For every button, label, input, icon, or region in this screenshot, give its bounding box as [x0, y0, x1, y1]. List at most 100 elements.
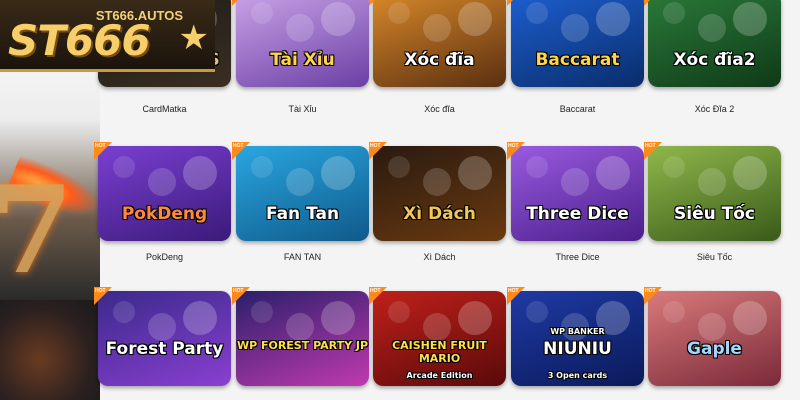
- xoc-dia-2-art[interactable]: Xóc đĩa2: [648, 0, 781, 87]
- hot-badge: HOT: [369, 142, 387, 160]
- lucky-seven-decoration: 7: [0, 160, 74, 301]
- art-decoration: [733, 156, 767, 190]
- hot-badge: HOT: [232, 142, 250, 160]
- art-decoration: [663, 301, 685, 323]
- hot-badge: HOT: [507, 142, 525, 160]
- game-caption[interactable]: PokDeng: [98, 252, 231, 262]
- fan-tan-art[interactable]: Fan Tan: [236, 146, 369, 241]
- game-art-title: Three Dice: [526, 204, 629, 224]
- logo-brand: ST666: [8, 16, 151, 65]
- cards-art[interactable]: Baccarat: [511, 0, 644, 87]
- game-caption[interactable]: Xì Dách: [373, 252, 506, 262]
- game-caption[interactable]: Xóc Đĩa 2: [648, 104, 781, 114]
- art-decoration: [423, 313, 451, 341]
- gaple-art[interactable]: Gaple: [648, 291, 781, 386]
- hot-badge-label: HOT: [508, 143, 519, 149]
- hot-badge: HOT: [369, 0, 387, 6]
- hot-badge: HOT: [94, 142, 112, 160]
- game-caption[interactable]: Siêu Tốc: [648, 252, 781, 262]
- hot-badge-label: HOT: [95, 288, 106, 294]
- art-decoration: [526, 301, 548, 323]
- art-decoration: [698, 168, 726, 196]
- art-decoration: [321, 156, 355, 190]
- hot-badge: HOT: [507, 0, 525, 6]
- game-caption[interactable]: Xóc đĩa: [373, 104, 506, 114]
- art-decoration: [526, 156, 548, 178]
- site-logo[interactable]: ST666.AUTOS ST666 ★: [0, 0, 215, 72]
- art-decoration: [148, 313, 176, 341]
- art-decoration: [251, 301, 273, 323]
- game-art-subtitle: 3 Open cards: [547, 371, 608, 380]
- game-art-subtitle: WP BANKER: [550, 327, 605, 336]
- game-art-title: WP FOREST PARTY JP: [236, 339, 369, 352]
- hot-badge-label: HOT: [645, 143, 656, 149]
- wp-forest-party-art[interactable]: WP FOREST PARTY JP: [236, 291, 369, 386]
- art-decoration: [596, 2, 630, 36]
- hot-badge-label: HOT: [645, 288, 656, 294]
- sieu-toc-art[interactable]: Siêu Tốc: [648, 146, 781, 241]
- game-art-title: CAISHEN FRUIT MARIO: [392, 339, 487, 365]
- hot-badge: HOT: [232, 287, 250, 305]
- art-decoration: [561, 168, 589, 196]
- art-decoration: [251, 2, 273, 24]
- game-caption[interactable]: Tài Xỉu: [236, 104, 369, 114]
- hot-badge-label: HOT: [370, 288, 381, 294]
- game-art-title: Gaple: [687, 339, 742, 359]
- hot-badge: HOT: [94, 287, 112, 305]
- caishen-art[interactable]: CAISHEN FRUIT MARIO Arcade Edition: [373, 291, 506, 386]
- art-decoration: [458, 301, 492, 335]
- art-decoration: [183, 156, 217, 190]
- game-art-title: PokDeng: [121, 204, 208, 224]
- art-decoration: [698, 313, 726, 341]
- three-dice-art[interactable]: Three Dice: [511, 146, 644, 241]
- hot-badge-label: HOT: [508, 288, 519, 294]
- art-decoration: [183, 301, 217, 335]
- art-decoration: [733, 2, 767, 36]
- art-decoration: [321, 2, 355, 36]
- game-caption[interactable]: FAN TAN: [236, 252, 369, 262]
- art-decoration: [423, 14, 451, 42]
- hot-badge-label: HOT: [95, 143, 106, 149]
- art-decoration: [251, 156, 273, 178]
- art-decoration: [286, 14, 314, 42]
- game-art-title: Siêu Tốc: [674, 204, 755, 224]
- hot-badge-label: HOT: [233, 143, 244, 149]
- art-decoration: [321, 301, 355, 335]
- art-decoration: [698, 14, 726, 42]
- game-caption[interactable]: Three Dice: [511, 252, 644, 262]
- game-art-title: Xóc đĩa2: [673, 50, 756, 70]
- art-decoration: [663, 156, 685, 178]
- art-decoration: [388, 301, 410, 323]
- ember-decoration: [0, 300, 100, 400]
- dice-art[interactable]: Tài Xỉu: [236, 0, 369, 87]
- hot-badge: HOT: [644, 142, 662, 160]
- pokdeng-art[interactable]: PokDeng: [98, 146, 231, 241]
- game-art-title: Forest Party: [105, 339, 224, 359]
- game-caption[interactable]: CardMatka: [98, 104, 231, 114]
- art-decoration: [113, 156, 135, 178]
- forest-party-art[interactable]: Forest Party: [98, 291, 231, 386]
- art-decoration: [458, 2, 492, 36]
- art-decoration: [663, 2, 685, 24]
- game-art-title: Tài Xỉu: [270, 50, 335, 70]
- xi-dach-art[interactable]: Xì Dách: [373, 146, 506, 241]
- art-decoration: [423, 168, 451, 196]
- art-decoration: [113, 301, 135, 323]
- game-art-title: Xóc đĩa: [404, 50, 475, 70]
- hot-badge: HOT: [507, 287, 525, 305]
- game-art-subtitle: Arcade Edition: [406, 371, 473, 380]
- xoc-dia-art[interactable]: Xóc đĩa: [373, 0, 506, 87]
- game-art-title: NIUNIU: [543, 339, 612, 359]
- art-decoration: [458, 156, 492, 190]
- hot-badge-label: HOT: [233, 288, 244, 294]
- art-decoration: [596, 156, 630, 190]
- art-decoration: [286, 313, 314, 341]
- hot-badge-label: HOT: [370, 143, 381, 149]
- niuniu-art[interactable]: NIUNIU WP BANKER 3 Open cards: [511, 291, 644, 386]
- game-art-title: Baccarat: [535, 50, 620, 70]
- star-icon: ★: [178, 19, 209, 57]
- hot-badge: HOT: [369, 287, 387, 305]
- game-art-title: Fan Tan: [265, 204, 340, 224]
- art-decoration: [388, 2, 410, 24]
- game-caption[interactable]: Baccarat: [511, 104, 644, 114]
